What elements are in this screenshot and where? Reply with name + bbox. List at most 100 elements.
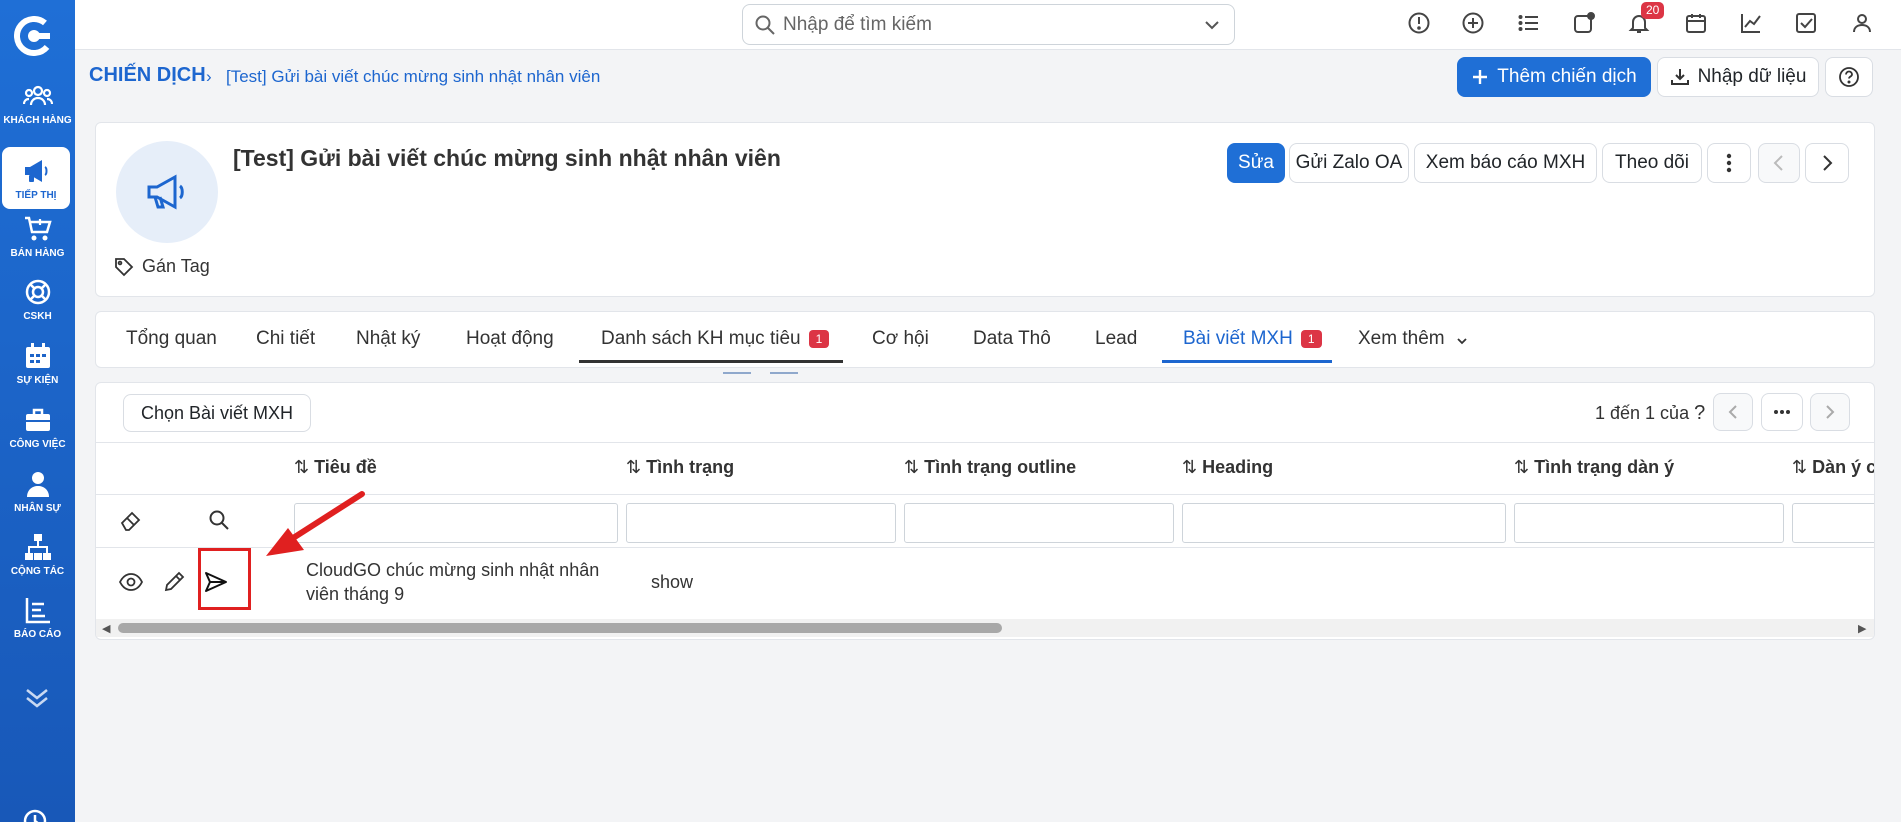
- view-button[interactable]: [118, 569, 146, 597]
- help-button[interactable]: [1825, 57, 1873, 97]
- next-record-button[interactable]: [1805, 143, 1849, 183]
- chevron-double-down-icon[interactable]: [22, 686, 52, 710]
- scroll-left-arrow-icon[interactable]: ◀: [102, 622, 110, 635]
- chevron-down-icon[interactable]: [1202, 15, 1222, 35]
- clear-filter-button[interactable]: [118, 507, 146, 535]
- calendar-icon[interactable]: [1684, 11, 1712, 39]
- filter-input-outline-draft-status[interactable]: [1514, 503, 1784, 543]
- select-social-post-label: Chọn Bài viết MXH: [140, 402, 294, 423]
- add-circle-icon[interactable]: [1461, 11, 1489, 39]
- scroll-right-arrow-icon[interactable]: ▶: [1858, 622, 1866, 635]
- search-input[interactable]: [783, 13, 1202, 36]
- assign-tag[interactable]: Gán Tag: [114, 256, 210, 277]
- tab-details[interactable]: Chi tiết: [256, 328, 315, 350]
- loading-indicator: [723, 372, 751, 374]
- previous-record-button[interactable]: [1758, 143, 1800, 183]
- pager-menu-button[interactable]: [1761, 393, 1803, 431]
- download-icon: [1670, 69, 1689, 85]
- column-label: Heading: [1202, 457, 1274, 477]
- calendar-icon: [25, 342, 50, 368]
- filter-input-outline-status[interactable]: [904, 503, 1174, 543]
- breadcrumb: CHIẾN DỊCH › [Test] Gửi bài viết chúc mừ…: [75, 50, 1901, 102]
- cart-icon: [24, 216, 52, 240]
- tab-log[interactable]: Nhật ký: [356, 328, 420, 350]
- more-actions-button[interactable]: [1707, 143, 1751, 183]
- scrollbar-thumb[interactable]: [118, 623, 1002, 633]
- filter-input-heading[interactable]: [1182, 503, 1506, 543]
- column-label: Tình trạng dàn ý: [1534, 457, 1675, 477]
- app-notification-icon[interactable]: [1572, 11, 1600, 39]
- tab-more[interactable]: Xem thêm: [1358, 328, 1469, 350]
- sidebar-item-hr[interactable]: NHÂN SỰ: [0, 460, 75, 522]
- clock-icon[interactable]: [22, 808, 48, 822]
- sidebar-item-marketing[interactable]: TIẾP THỊ: [2, 147, 70, 209]
- tab-lead[interactable]: Lead: [1095, 328, 1137, 350]
- sidebar-item-customers[interactable]: KHÁCH HÀNG: [0, 72, 75, 134]
- sidebar-item-customer-care[interactable]: CSKH: [0, 268, 75, 330]
- highlight-box: [198, 548, 251, 610]
- sidebar-item-collaboration[interactable]: CỘNG TÁC: [0, 523, 75, 585]
- select-social-post-button[interactable]: Chọn Bài viết MXH: [123, 394, 311, 432]
- left-sidebar: KHÁCH HÀNG TIẾP THỊ BÁN HÀNG CSKH SỰ KIỆ…: [0, 0, 75, 822]
- filter-input-outline[interactable]: [1792, 503, 1874, 543]
- megaphone-icon: [147, 174, 184, 210]
- column-header-outline-status[interactable]: ⇅ Tình trạng outline: [904, 457, 1076, 478]
- tab-count-badge: 1: [808, 330, 830, 348]
- record-title: [Test] Gửi bài viết chúc mừng sinh nhật …: [233, 145, 781, 171]
- megaphone-icon: [25, 159, 48, 182]
- breadcrumb-root[interactable]: CHIẾN DỊCH: [89, 64, 206, 87]
- sidebar-item-sales[interactable]: BÁN HÀNG: [0, 205, 75, 267]
- tab-social-posts[interactable]: Bài viết MXH 1: [1183, 328, 1322, 350]
- tab-raw-data[interactable]: Data Thô: [973, 328, 1051, 350]
- column-header-title[interactable]: ⇅ Tiêu đề: [294, 457, 377, 478]
- breadcrumb-current: [Test] Gửi bài viết chúc mừng sinh nhật …: [226, 67, 601, 86]
- column-header-outline-draft-status[interactable]: ⇅ Tình trạng dàn ý: [1514, 457, 1674, 478]
- view-social-report-button[interactable]: Xem báo cáo MXH: [1414, 143, 1597, 183]
- pager-range: 1 đến 1 của: [1595, 403, 1690, 423]
- question-circle-icon: [1839, 67, 1859, 87]
- task-check-icon[interactable]: [1794, 11, 1822, 39]
- tab-label: Data Thô: [973, 328, 1051, 349]
- cloudgo-logo[interactable]: [14, 16, 54, 56]
- pager-next-button[interactable]: [1810, 393, 1850, 431]
- sidebar-item-reports[interactable]: BÁO CÁO: [0, 586, 75, 648]
- column-header-status[interactable]: ⇅ Tình trạng: [626, 457, 734, 478]
- chevron-down-icon: [1456, 338, 1467, 345]
- sidebar-item-label: BÁO CÁO: [13, 628, 62, 640]
- user-account-icon[interactable]: [1850, 11, 1878, 39]
- plus-icon: [1473, 70, 1488, 84]
- bell-icon[interactable]: 20: [1627, 2, 1665, 39]
- column-label: Tình trạng: [646, 457, 735, 477]
- column-header-heading[interactable]: ⇅ Heading: [1182, 457, 1273, 478]
- search-filter-button[interactable]: [206, 507, 234, 535]
- eraser-icon: [120, 511, 141, 531]
- sidebar-item-events[interactable]: SỰ KIỆN: [0, 332, 75, 394]
- horizontal-scrollbar[interactable]: ◀ ▶: [96, 619, 1874, 637]
- add-campaign-button[interactable]: Thêm chiến dịch: [1457, 57, 1651, 97]
- alert-icon[interactable]: [1407, 11, 1435, 39]
- follow-button[interactable]: Theo dõi: [1602, 143, 1702, 183]
- sidebar-item-tasks[interactable]: CÔNG VIỆC: [0, 396, 75, 458]
- tab-target-customers[interactable]: Danh sách KH mục tiêu 1: [601, 328, 830, 350]
- column-label: Tình trạng outline: [924, 457, 1077, 477]
- person-icon: [26, 471, 49, 497]
- list-icon[interactable]: [1517, 11, 1545, 39]
- column-header-outline[interactable]: ⇅ Dàn ý c: [1792, 457, 1874, 478]
- filter-input-status[interactable]: [626, 503, 896, 543]
- chart-line-icon[interactable]: [1739, 11, 1767, 39]
- edit-row-button[interactable]: [161, 569, 189, 597]
- pager-previous-button[interactable]: [1713, 393, 1753, 431]
- follow-label: Theo dõi: [1615, 152, 1689, 173]
- pencil-icon: [164, 571, 185, 592]
- import-data-button[interactable]: Nhập dữ liệu: [1657, 57, 1819, 97]
- tab-opportunities[interactable]: Cơ hội: [872, 328, 929, 350]
- send-zalo-oa-button[interactable]: Gửi Zalo OA: [1289, 143, 1409, 183]
- tab-overview[interactable]: Tổng quan: [126, 328, 217, 350]
- sidebar-item-label: NHÂN SỰ: [14, 502, 61, 514]
- pager-total-unknown[interactable]: ?: [1694, 402, 1705, 424]
- edit-button[interactable]: Sửa: [1227, 143, 1285, 183]
- report-icon: [25, 597, 50, 623]
- tab-activities[interactable]: Hoạt động: [466, 328, 554, 350]
- import-data-label: Nhập dữ liệu: [1697, 66, 1807, 87]
- global-search[interactable]: [742, 4, 1235, 45]
